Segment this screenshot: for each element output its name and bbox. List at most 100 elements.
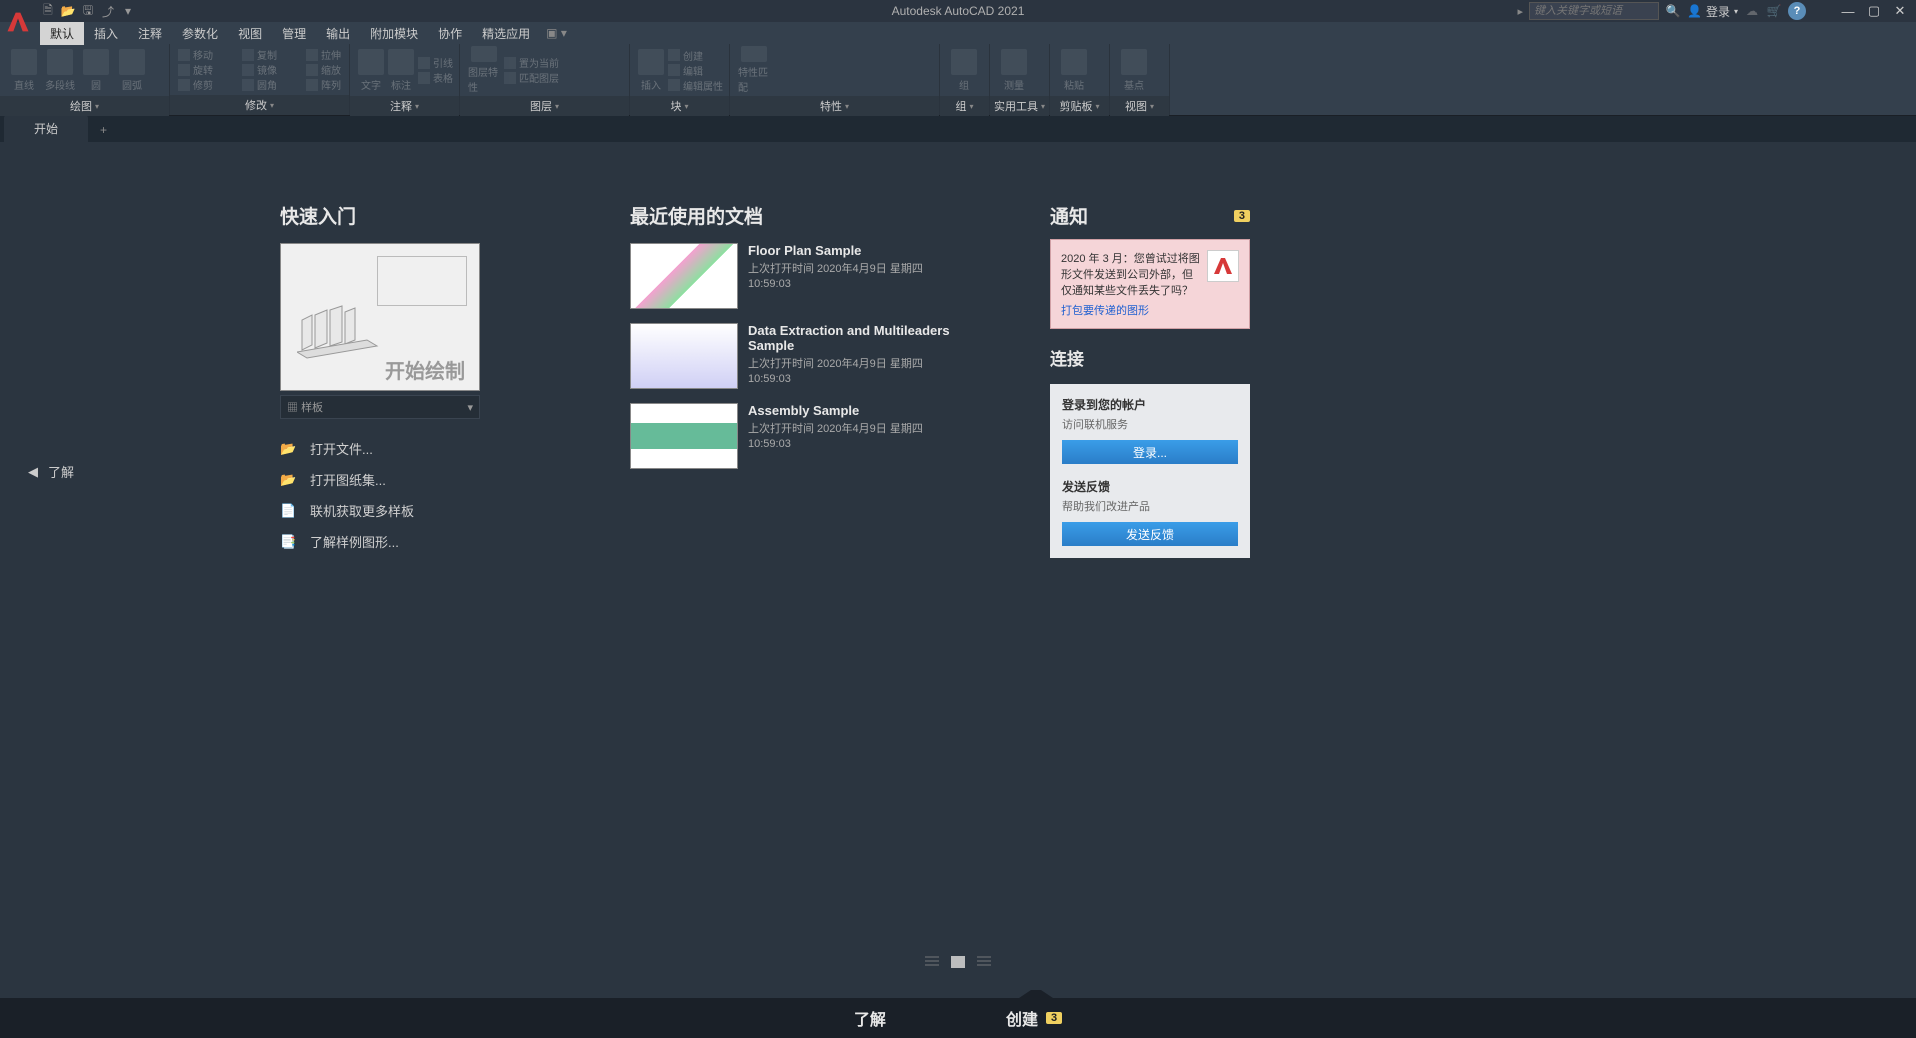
ribbon-btn-旋转[interactable]: 旋转 xyxy=(178,63,238,77)
feedback-button[interactable]: 发送反馈 xyxy=(1062,522,1238,546)
ribbon-btn-镜像[interactable]: 镜像 xyxy=(242,63,302,77)
menu-item-2[interactable]: 注释 xyxy=(128,22,172,45)
ribbon-panel-label[interactable]: 特性 xyxy=(730,96,939,116)
ribbon-panel-label[interactable]: 实用工具 xyxy=(990,96,1049,116)
close-button[interactable]: ✕ xyxy=(1890,1,1910,21)
ribbon-btn-组[interactable]: 组 xyxy=(948,46,980,94)
view-list-icon[interactable] xyxy=(925,956,939,968)
menu-item-9[interactable]: 精选应用 xyxy=(472,22,540,45)
recent-item-1[interactable]: Data Extraction and Multileaders Sample 上… xyxy=(630,323,970,389)
notification-count-badge: 3 xyxy=(1234,210,1250,222)
ribbon-btn-多段线[interactable]: 多段线 xyxy=(44,46,76,94)
ribbon-btn-移动[interactable]: 移动 xyxy=(178,48,238,62)
ribbon-btn-编辑属性[interactable]: 编辑属性 xyxy=(668,78,728,92)
ribbon-btn-测量[interactable]: 测量 xyxy=(998,46,1030,94)
open-icon[interactable]: 📂 xyxy=(60,3,76,19)
view-grid-icon[interactable] xyxy=(977,956,991,968)
menu-item-1[interactable]: 插入 xyxy=(84,22,128,45)
active-page-notch-icon xyxy=(1016,990,1056,1000)
ribbon-btn-创建[interactable]: 创建 xyxy=(668,48,728,62)
login-card-title: 登录到您的帐户 xyxy=(1062,396,1238,413)
ribbon-panel-绘图: 直线多段线圆圆弧绘图 xyxy=(0,44,170,115)
ribbon-btn-直线[interactable]: 直线 xyxy=(8,46,40,94)
ribbon-btn-图层特性[interactable]: 图层特性 xyxy=(468,46,500,94)
ribbon-btn-粘贴[interactable]: 粘贴 xyxy=(1058,46,1090,94)
login-button[interactable]: 👤 登录 ▾ xyxy=(1687,3,1738,20)
learn-nav-button[interactable]: ◀ 了解 xyxy=(28,462,74,481)
user-icon: 👤 xyxy=(1687,4,1702,18)
bottom-create-tab[interactable]: 创建 3 xyxy=(1006,1006,1062,1030)
ribbon-btn-圆角[interactable]: 圆角 xyxy=(242,78,302,92)
notification-link[interactable]: 打包要传递的图形 xyxy=(1061,302,1239,318)
recent-item-0[interactable]: Floor Plan Sample上次打开时间 2020年4月9日 星期四10:… xyxy=(630,243,970,309)
view-detail-icon[interactable] xyxy=(951,956,965,968)
ribbon-btn-标注[interactable]: 标注 xyxy=(388,46,414,94)
ribbon-btn-圆弧[interactable]: 圆弧 xyxy=(116,46,148,94)
ribbon-panel-label[interactable]: 剪贴板 xyxy=(1050,96,1109,116)
menu-item-5[interactable]: 管理 xyxy=(272,22,316,45)
share-icon[interactable]: ⤴ xyxy=(100,3,116,19)
ribbon-btn-圆[interactable]: 圆 xyxy=(80,46,112,94)
feedback-card-sub: 帮助我们改进产品 xyxy=(1062,498,1238,514)
ribbon-btn-置为当前[interactable]: 置为当前 xyxy=(504,56,564,70)
ribbon-btn-编辑[interactable]: 编辑 xyxy=(668,63,728,77)
menu-item-7[interactable]: 附加模块 xyxy=(360,22,428,45)
menu-overflow-icon[interactable]: ▣ ▾ xyxy=(540,26,567,40)
ribbon-panel-视图: 基点视图 xyxy=(1110,44,1170,115)
start-link-label: 了解样例图形... xyxy=(310,532,399,551)
ribbon-btn-插入[interactable]: 插入 xyxy=(638,46,664,94)
ribbon-panel-label[interactable]: 视图 xyxy=(1110,96,1169,116)
menu-item-8[interactable]: 协作 xyxy=(428,22,472,45)
maximize-button[interactable]: ▢ xyxy=(1864,1,1884,21)
tab-start[interactable]: 开始 xyxy=(4,115,88,142)
ribbon-btn-特性匹配[interactable]: 特性匹配 xyxy=(738,46,770,94)
menu-item-4[interactable]: 视图 xyxy=(228,22,272,45)
minimize-button[interactable]: — xyxy=(1838,1,1858,21)
bottom-learn-tab[interactable]: 了解 xyxy=(854,1006,886,1030)
ribbon-panel-label[interactable]: 注释 xyxy=(350,96,459,116)
ribbon-panel-label[interactable]: 块 xyxy=(630,96,729,116)
ribbon-btn-基点[interactable]: 基点 xyxy=(1118,46,1150,94)
recent-item-2[interactable]: Assembly Sample上次打开时间 2020年4月9日 星期四10:59… xyxy=(630,403,970,469)
start-link-3[interactable]: 📑了解样例图形... xyxy=(280,526,520,557)
ribbon-btn-复制[interactable]: 复制 xyxy=(242,48,302,62)
template-dropdown[interactable]: ▦ 样板 ▾ xyxy=(280,395,480,419)
cart-icon[interactable]: 🛒 xyxy=(1766,3,1782,19)
qat-dropdown-icon[interactable]: ▾ xyxy=(120,3,136,19)
search-icon[interactable]: 🔍 xyxy=(1665,3,1681,19)
start-drawing-tile[interactable]: 开始绘制 xyxy=(280,243,480,391)
ribbon-panel-label[interactable]: 组 xyxy=(940,96,989,116)
notification-card[interactable]: 2020 年 3 月：您曾试过将图形文件发送到公司外部，但仅通知某些文件丢失了吗… xyxy=(1050,239,1250,329)
login-card-sub: 访问联机服务 xyxy=(1062,416,1238,432)
ribbon-btn-文字[interactable]: 文字 xyxy=(358,46,384,94)
ribbon-panel-label[interactable]: 修改 xyxy=(170,95,349,115)
ribbon-panel-剪贴板: 粘贴剪贴板 xyxy=(1050,44,1110,115)
recent-title: Floor Plan Sample xyxy=(748,243,923,258)
ribbon-panel-label[interactable]: 图层 xyxy=(460,96,629,116)
menu-item-0[interactable]: 默认 xyxy=(40,22,84,45)
new-icon[interactable]: 🗎 xyxy=(40,3,56,19)
search-trigger-icon[interactable]: ▸ xyxy=(1517,5,1523,18)
exchange-icon[interactable]: ☁ xyxy=(1744,3,1760,19)
recent-meta: 上次打开时间 2020年4月9日 星期四 xyxy=(748,355,970,371)
ribbon-btn-修剪[interactable]: 修剪 xyxy=(178,78,238,92)
start-link-2[interactable]: 📄联机获取更多样板 xyxy=(280,495,520,526)
ribbon-panel-label[interactable]: 绘图 xyxy=(0,96,169,116)
menu-item-3[interactable]: 参数化 xyxy=(172,22,228,45)
menu-item-6[interactable]: 输出 xyxy=(316,22,360,45)
learn-nav-label: 了解 xyxy=(48,462,74,481)
notification-text: 2020 年 3 月：您曾试过将图形文件发送到公司外部，但仅通知某些文件丢失了吗… xyxy=(1061,253,1200,297)
signin-button[interactable]: 登录... xyxy=(1062,440,1238,464)
tab-add-button[interactable]: + xyxy=(90,118,117,142)
ribbon-btn-匹配图层[interactable]: 匹配图层 xyxy=(504,71,564,85)
search-input[interactable] xyxy=(1529,2,1659,20)
chevron-left-icon: ◀ xyxy=(28,464,38,480)
recent-title: Data Extraction and Multileaders Sample xyxy=(748,323,970,353)
start-link-1[interactable]: 📂打开图纸集... xyxy=(280,464,520,495)
help-button[interactable]: ? xyxy=(1788,2,1806,20)
recent-meta2: 10:59:03 xyxy=(748,438,923,450)
save-icon[interactable]: 🖫 xyxy=(80,3,96,19)
start-link-0[interactable]: 📂打开文件... xyxy=(280,433,520,464)
app-logo[interactable] xyxy=(0,0,36,44)
recent-heading: 最近使用的文档 xyxy=(630,202,970,229)
